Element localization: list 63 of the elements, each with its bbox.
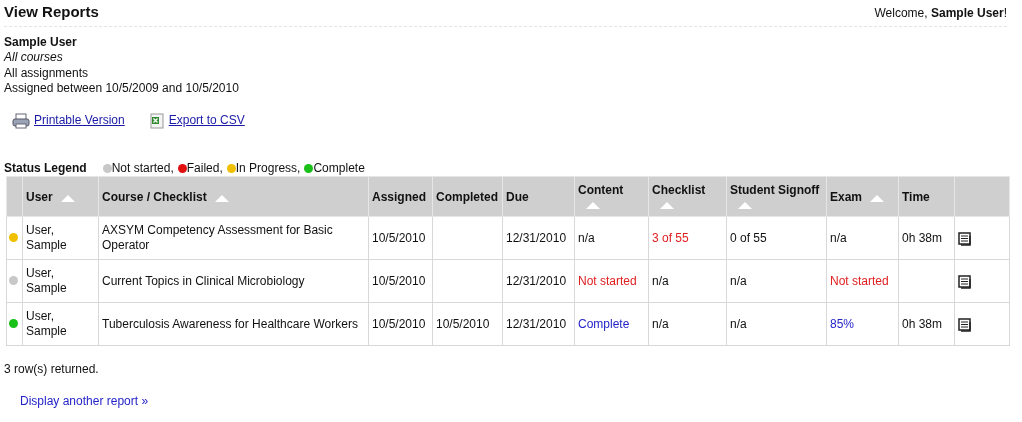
column-header[interactable]: Content bbox=[574, 176, 649, 217]
display-another-report-link[interactable]: Display another report » bbox=[20, 394, 149, 409]
table-cell: 10/5/2010 bbox=[436, 316, 490, 331]
column-header[interactable]: Course / Checklist bbox=[98, 176, 369, 217]
table-cell: AXSYM Competency Assessment for Basic Operator bbox=[102, 222, 333, 253]
table-cell: n/a bbox=[652, 273, 669, 288]
table-cell: User, Sample bbox=[26, 222, 67, 253]
courses-filter: All courses bbox=[4, 50, 64, 66]
table-cell: n/a bbox=[578, 230, 595, 245]
row-count: 3 row(s) returned. bbox=[4, 362, 100, 379]
column-header: Time bbox=[898, 176, 955, 217]
welcome-text: Welcome, Sample User! bbox=[874, 5, 1007, 22]
table-cell: Complete bbox=[578, 316, 630, 331]
column-header: Completed bbox=[432, 176, 503, 217]
column-header: Due bbox=[502, 176, 575, 217]
printable-version-link[interactable]: Printable Version bbox=[34, 113, 125, 129]
table-cell: 12/31/2010 bbox=[506, 273, 567, 288]
details-icon[interactable] bbox=[958, 231, 973, 246]
table-cell: 10/5/2010 bbox=[372, 230, 426, 245]
spreadsheet-icon[interactable] bbox=[148, 112, 165, 129]
table-cell: User, Sample bbox=[26, 308, 67, 339]
date-range: Assigned between 10/5/2009 and 10/5/2010 bbox=[4, 81, 240, 97]
column-header[interactable]: Checklist bbox=[648, 176, 727, 217]
details-icon[interactable] bbox=[958, 274, 973, 289]
table-cell: User, Sample bbox=[26, 265, 67, 296]
column-header[interactable]: Student Signoff bbox=[726, 176, 827, 217]
export-link[interactable]: Export to CSV bbox=[168, 113, 245, 129]
table-cell: n/a bbox=[730, 316, 747, 331]
assignments-filter: All assignments bbox=[4, 65, 90, 82]
table-cell: 12/31/2010 bbox=[506, 230, 567, 245]
table-cell: n/a bbox=[730, 273, 747, 288]
table-cell: Current Topics in Clinical Microbiology bbox=[102, 273, 305, 288]
sort-icon[interactable] bbox=[60, 193, 75, 202]
table-cell: 10/5/2010 bbox=[372, 316, 426, 331]
table-cell: n/a bbox=[652, 316, 669, 331]
table-cell: 0h 38m bbox=[902, 230, 943, 245]
table-cell: 12/31/2010 bbox=[506, 316, 567, 331]
table-cell: 10/5/2010 bbox=[372, 273, 426, 288]
table-cell: 0h 38m bbox=[902, 316, 943, 331]
printer-icon[interactable] bbox=[12, 112, 30, 129]
table-cell: 85% bbox=[830, 316, 855, 331]
table-cell: 3 of 55 bbox=[652, 230, 689, 245]
sort-icon[interactable] bbox=[214, 193, 229, 202]
table-cell: 0 of 55 bbox=[730, 230, 767, 245]
details-icon[interactable] bbox=[958, 317, 973, 332]
column-header[interactable]: Exam bbox=[826, 176, 899, 217]
table-cell: Tuberculosis Awareness for Healthcare Workers bbox=[102, 316, 358, 331]
legend-label: Complete bbox=[313, 160, 365, 177]
column-header: Assigned bbox=[368, 176, 433, 217]
sort-icon[interactable] bbox=[660, 200, 674, 209]
legend-label: Not started, bbox=[111, 160, 174, 177]
page-title: View Reports bbox=[4, 2, 99, 22]
sort-icon[interactable] bbox=[586, 200, 600, 209]
table-cell: Not started bbox=[830, 273, 889, 288]
user-name: Sample User bbox=[4, 34, 78, 51]
table-cell: n/a bbox=[830, 230, 847, 245]
legend-title: Status Legend bbox=[4, 160, 87, 177]
sort-icon[interactable] bbox=[870, 193, 885, 202]
sort-icon[interactable] bbox=[738, 200, 752, 209]
column-header[interactable]: User bbox=[22, 176, 99, 217]
legend-label: In Progress, bbox=[235, 160, 301, 177]
legend-label: Failed, bbox=[186, 160, 223, 177]
table-cell: Not started bbox=[578, 273, 637, 288]
